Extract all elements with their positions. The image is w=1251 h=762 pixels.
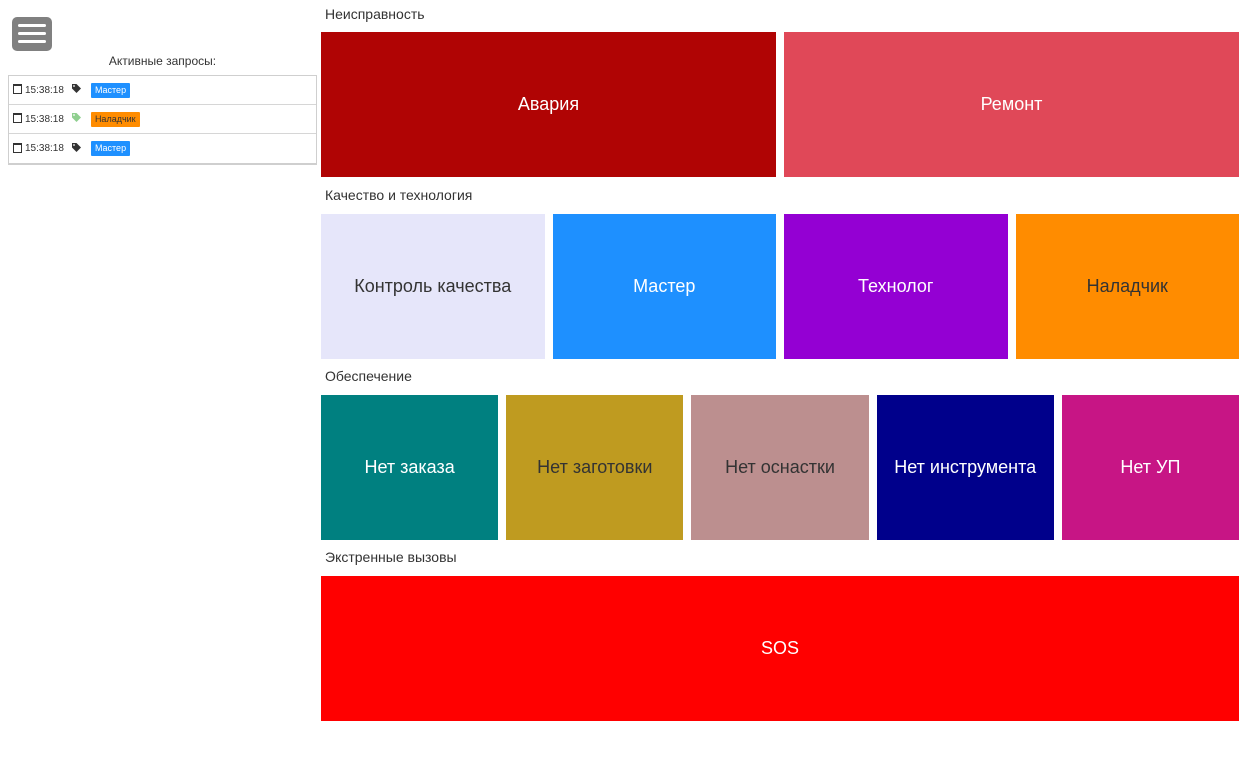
calendar-icon <box>13 113 22 123</box>
request-role-badge: Наладчик <box>90 111 140 127</box>
call-button[interactable]: Мастер <box>552 214 776 359</box>
request-time: 15:38:18 <box>25 84 64 96</box>
request-row[interactable]: 15:38:18 Мастер <box>9 76 316 105</box>
request-row[interactable]: 15:38:18 Мастер <box>9 134 316 163</box>
request-time: 15:38:18 <box>25 143 64 154</box>
sidebar: Активные запросы: 15:38:18 Мастер 15:38:18… <box>0 0 321 762</box>
tile-row: SOS <box>321 576 1239 721</box>
call-button[interactable]: Авария <box>321 32 776 177</box>
active-requests-title: Активные запросы: <box>108 54 217 68</box>
call-button[interactable]: Нет УП <box>1061 395 1240 540</box>
call-button[interactable]: Нет инструмента <box>876 395 1054 540</box>
tile-row: Авария Ремонт <box>321 32 1239 177</box>
call-button[interactable]: Наладчик <box>1015 214 1239 359</box>
tag-icon <box>71 142 81 155</box>
section-title: Обеспечение <box>325 368 412 384</box>
request-role-badge: Мастер <box>90 82 131 98</box>
section-title: Качество и технология <box>325 187 473 203</box>
tile-row: Нет заказа Нет заготовки Нет оснастки Нет и… <box>321 395 1240 540</box>
call-button[interactable]: Нет оснастки <box>691 395 869 540</box>
menu-icon[interactable] <box>12 17 52 51</box>
tile-row: Контроль качества Мастер Технолог Наладчик <box>321 214 1239 359</box>
tag-icon <box>71 113 81 125</box>
call-button[interactable]: Технолог <box>784 214 1008 359</box>
request-role-badge: Мастер <box>90 141 131 156</box>
call-button[interactable]: SOS <box>321 576 1239 721</box>
active-requests-list: 15:38:18 Мастер 15:38:18 Наладчик 15:38:18 Ма… <box>8 75 317 165</box>
call-button[interactable]: Нет заказа <box>321 395 499 540</box>
tag-icon <box>71 84 81 96</box>
call-button[interactable]: Нет заготовки <box>506 395 684 540</box>
section-title: Неисправность <box>325 6 425 22</box>
request-row[interactable]: 15:38:18 Наладчик <box>9 105 316 134</box>
request-time: 15:38:18 <box>25 113 64 125</box>
calendar-icon <box>13 142 22 153</box>
section-title: Экстренные вызовы <box>325 549 457 565</box>
call-button[interactable]: Контроль качества <box>321 214 545 359</box>
call-button[interactable]: Ремонт <box>784 32 1239 177</box>
calendar-icon <box>13 84 22 94</box>
